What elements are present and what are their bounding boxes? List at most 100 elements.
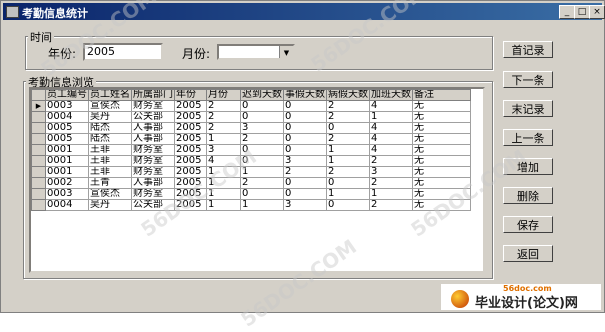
- table-cell[interactable]: 0001: [45, 166, 89, 178]
- table-cell[interactable]: 人事部: [131, 177, 175, 189]
- table-cell[interactable]: 2005: [174, 100, 207, 112]
- column-header[interactable]: 加班天数: [369, 89, 413, 101]
- prev-record-button[interactable]: 上一条: [503, 129, 553, 146]
- add-button[interactable]: 增加: [503, 158, 553, 175]
- table-cell[interactable]: 4: [369, 133, 413, 145]
- table-cell[interactable]: 1: [206, 166, 241, 178]
- table-cell[interactable]: 0: [240, 188, 284, 200]
- table-cell[interactable]: 2: [206, 122, 241, 134]
- table-cell[interactable]: 无: [412, 133, 471, 145]
- table-cell[interactable]: 无: [412, 144, 471, 156]
- back-button[interactable]: 返回: [503, 245, 553, 262]
- table-cell[interactable]: 2005: [174, 199, 207, 211]
- table-cell[interactable]: 4: [369, 122, 413, 134]
- table-row[interactable]: 0005 陆杰 人事部 2005 2 3 0 0 4 无: [31, 122, 471, 134]
- table-cell[interactable]: 陆杰: [88, 133, 132, 145]
- column-header[interactable]: 月份: [206, 89, 241, 101]
- table-cell[interactable]: 吴丹: [88, 199, 132, 211]
- table-cell[interactable]: 王菲: [88, 144, 132, 156]
- table-cell[interactable]: 财务室: [131, 100, 175, 112]
- next-record-button[interactable]: 下一条: [503, 71, 553, 88]
- row-selector[interactable]: [31, 199, 46, 211]
- row-selector[interactable]: [31, 144, 46, 156]
- table-cell[interactable]: 1: [240, 199, 284, 211]
- table-cell[interactable]: 0: [240, 111, 284, 123]
- table-cell[interactable]: 2: [326, 166, 370, 178]
- table-cell[interactable]: 0: [326, 122, 370, 134]
- row-selector[interactable]: ▶: [31, 100, 46, 112]
- table-cell[interactable]: 无: [412, 199, 471, 211]
- table-cell[interactable]: 2: [369, 155, 413, 167]
- table-row[interactable]: 0005 陆杰 人事部 2005 1 2 0 2 4 无: [31, 133, 471, 145]
- month-select[interactable]: ▼: [217, 44, 295, 60]
- last-record-button[interactable]: 末记录: [503, 100, 553, 117]
- table-cell[interactable]: 1: [206, 177, 241, 189]
- table-row[interactable]: 0004 吴丹 公关部 2005 1 1 3 0 2 无: [31, 199, 471, 211]
- table-cell[interactable]: 0: [326, 177, 370, 189]
- table-cell[interactable]: 0: [283, 177, 327, 189]
- table-cell[interactable]: 王菲: [88, 166, 132, 178]
- table-cell[interactable]: 3: [369, 166, 413, 178]
- table-row[interactable]: 0001 王菲 财务室 2005 1 1 2 2 3 无: [31, 166, 471, 178]
- table-cell[interactable]: 0: [283, 133, 327, 145]
- table-cell[interactable]: 0: [283, 100, 327, 112]
- table-cell[interactable]: 2: [206, 111, 241, 123]
- row-selector[interactable]: [31, 133, 46, 145]
- year-input[interactable]: 2005: [83, 43, 163, 61]
- table-cell[interactable]: 无: [412, 100, 471, 112]
- table-cell[interactable]: 2: [369, 177, 413, 189]
- table-cell[interactable]: 公关部: [131, 199, 175, 211]
- table-cell[interactable]: 陆杰: [88, 122, 132, 134]
- attendance-grid[interactable]: 员工编号 员工姓名 所属部门 年份 月份 迟到天数 事假天数 病假天数 加班天数…: [29, 87, 485, 273]
- table-cell[interactable]: 2005: [174, 188, 207, 200]
- table-row[interactable]: 0004 吴丹 公关部 2005 2 0 0 2 1 无: [31, 111, 471, 123]
- table-cell[interactable]: 0: [240, 100, 284, 112]
- column-header[interactable]: 年份: [174, 89, 207, 101]
- table-cell[interactable]: 无: [412, 111, 471, 123]
- table-cell[interactable]: 0005: [45, 133, 89, 145]
- table-cell[interactable]: 2: [369, 199, 413, 211]
- row-selector[interactable]: [31, 166, 46, 178]
- table-cell[interactable]: 吴丹: [88, 111, 132, 123]
- first-record-button[interactable]: 首记录: [503, 41, 553, 58]
- table-cell[interactable]: 1: [206, 188, 241, 200]
- table-cell[interactable]: 0005: [45, 122, 89, 134]
- table-cell[interactable]: 0: [283, 111, 327, 123]
- table-row[interactable]: ▶ 0003 宣侯杰 财务室 2005 2 0 0 2 4 无: [31, 100, 471, 112]
- close-button[interactable]: ×: [589, 5, 605, 19]
- table-cell[interactable]: 0001: [45, 155, 89, 167]
- column-header[interactable]: 迟到天数: [240, 89, 284, 101]
- table-row[interactable]: 0001 王菲 财务室 2005 4 0 3 1 2 无: [31, 155, 471, 167]
- table-cell[interactable]: 1: [326, 144, 370, 156]
- table-cell[interactable]: 1: [206, 133, 241, 145]
- column-header[interactable]: 所属部门: [131, 89, 175, 101]
- table-cell[interactable]: 2005: [174, 177, 207, 189]
- table-cell[interactable]: 1: [240, 166, 284, 178]
- table-cell[interactable]: 2: [326, 111, 370, 123]
- table-cell[interactable]: 无: [412, 155, 471, 167]
- table-cell[interactable]: 2005: [174, 133, 207, 145]
- table-cell[interactable]: 1: [326, 155, 370, 167]
- table-cell[interactable]: 财务室: [131, 144, 175, 156]
- table-cell[interactable]: 0: [240, 144, 284, 156]
- row-selector[interactable]: [31, 122, 46, 134]
- table-cell[interactable]: 1: [369, 188, 413, 200]
- table-cell[interactable]: 3: [283, 199, 327, 211]
- save-button[interactable]: 保存: [503, 216, 553, 233]
- row-selector[interactable]: [31, 177, 46, 189]
- delete-button[interactable]: 删除: [503, 187, 553, 204]
- table-cell[interactable]: 公关部: [131, 111, 175, 123]
- minimize-button[interactable]: _: [559, 5, 575, 19]
- table-cell[interactable]: 0003: [45, 188, 89, 200]
- table-cell[interactable]: 0: [283, 188, 327, 200]
- table-cell[interactable]: 无: [412, 177, 471, 189]
- table-cell[interactable]: 2: [240, 133, 284, 145]
- table-cell[interactable]: 3: [240, 122, 284, 134]
- row-selector[interactable]: [31, 188, 46, 200]
- table-cell[interactable]: 2005: [174, 122, 207, 134]
- row-selector[interactable]: [31, 155, 46, 167]
- table-cell[interactable]: 1: [369, 111, 413, 123]
- table-cell[interactable]: 2005: [174, 166, 207, 178]
- table-cell[interactable]: 0004: [45, 199, 89, 211]
- chevron-down-icon[interactable]: ▼: [279, 46, 293, 58]
